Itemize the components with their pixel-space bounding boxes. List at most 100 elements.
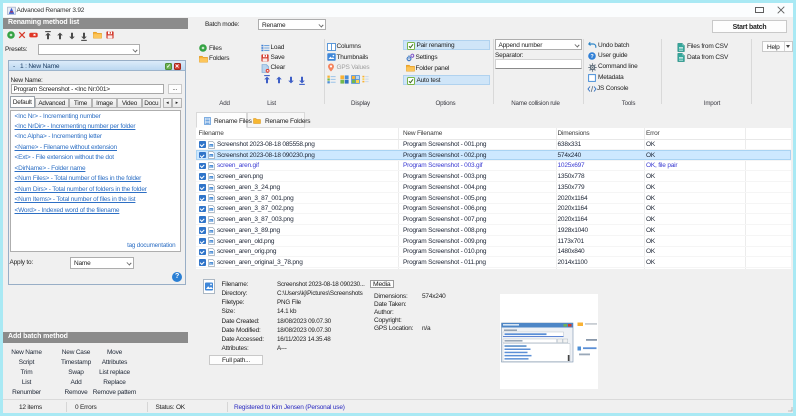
method-tab-default[interactable]: Default <box>10 96 35 108</box>
tag-link[interactable]: <Word> - Indexed word of the filename <box>15 207 120 214</box>
load-list-button[interactable]: Load <box>271 44 285 51</box>
view-details-icon[interactable] <box>362 75 371 84</box>
separator-input[interactable] <box>495 59 582 69</box>
add-method-remove-pattern[interactable]: Remove pattern <box>93 389 136 396</box>
add-method-script[interactable]: Script <box>19 359 34 366</box>
gps-values-button[interactable]: GPS Values <box>337 64 370 71</box>
tag-link[interactable]: <Ext> - File extension without the dot <box>15 154 114 161</box>
add-method-new-name[interactable]: New Name <box>11 349 42 356</box>
add-method-swap[interactable]: Swap <box>68 369 83 376</box>
move-bottom-icon[interactable] <box>80 31 88 41</box>
column-header-new-filename[interactable]: New Filename <box>403 130 442 137</box>
open-preset-icon[interactable] <box>93 31 102 39</box>
clear-list-button[interactable]: Clear <box>271 64 286 71</box>
user-guide-button[interactable]: User guide <box>598 52 627 59</box>
tab-rename-folders[interactable]: Rename Folders <box>247 112 305 128</box>
add-method-new-case[interactable]: New Case <box>62 349 90 356</box>
tag-documentation-link[interactable]: tag documentation <box>127 242 175 249</box>
resize-grip[interactable] <box>787 406 793 412</box>
row-checkbox[interactable] <box>199 195 206 202</box>
method-tab-video[interactable]: Video <box>117 98 142 108</box>
add-folders-button[interactable]: Folders <box>209 55 229 62</box>
media-tab[interactable]: Media <box>370 280 394 289</box>
full-path-button[interactable]: Full path... <box>209 355 263 365</box>
tag-link[interactable]: <DirName> - Folder name <box>15 165 86 172</box>
browse-button[interactable]: ... <box>168 84 183 94</box>
column-header-error[interactable]: Error <box>646 130 659 137</box>
move-top-icon[interactable] <box>44 31 52 41</box>
move-up-icon[interactable] <box>56 31 64 41</box>
add-method-replace[interactable]: Replace <box>103 379 125 386</box>
tabs-scroll-left-button[interactable]: ◂ <box>163 98 173 108</box>
columns-button[interactable]: Columns <box>337 43 361 50</box>
row-checkbox[interactable] <box>199 227 206 234</box>
tab-rename-files[interactable]: Rename Files <box>196 112 247 128</box>
table-row[interactable]: screen_aren_3_89.pngProgram Screenshot -… <box>196 225 791 236</box>
add-method-timestamp[interactable]: Timestamp <box>61 359 91 366</box>
row-checkbox[interactable] <box>199 141 206 148</box>
start-batch-button[interactable]: Start batch <box>712 20 787 34</box>
folder-panel-toggle[interactable]: Folder panel <box>403 63 490 74</box>
row-checkbox[interactable] <box>199 173 206 180</box>
view-tiles-icon[interactable] <box>340 75 349 84</box>
data-from-csv-button[interactable]: Data from CSV <box>687 54 728 61</box>
add-method-remove[interactable]: Remove <box>64 389 87 396</box>
save-preset-icon[interactable] <box>106 31 114 39</box>
tabs-scroll-right-button[interactable]: ▸ <box>172 98 182 108</box>
add-method-attributes[interactable]: Attributes <box>102 359 127 366</box>
method-tab-time[interactable]: Time <box>69 98 92 108</box>
row-checkbox[interactable] <box>199 206 206 213</box>
tag-link[interactable]: <Inc Nr> - Incrementing number <box>15 113 101 120</box>
table-row[interactable]: screen_aren_3_87_002.pngProgram Screensh… <box>196 204 791 215</box>
table-row[interactable]: screen_aren_3_87_001.pngProgram Screensh… <box>196 193 791 204</box>
add-method-renumber[interactable]: Renumber <box>12 389 41 396</box>
move-up-icon[interactable] <box>275 75 283 85</box>
command-line-button[interactable]: Command line <box>598 63 638 70</box>
method-close-button[interactable]: ✕ <box>174 63 181 70</box>
add-method-icon[interactable] <box>7 31 15 39</box>
save-list-button[interactable]: Save <box>271 54 285 61</box>
tag-link[interactable]: <Inc NrDir> - Incrementing number per fo… <box>15 123 136 130</box>
row-checkbox[interactable] <box>199 238 206 245</box>
column-header-dimensions[interactable]: Dimensions <box>558 130 590 137</box>
move-top-icon[interactable] <box>263 75 271 85</box>
collision-rule-combo[interactable]: Append number <box>495 39 582 50</box>
undo-batch-button[interactable]: Undo batch <box>598 42 629 49</box>
method-help-icon[interactable]: ? <box>172 272 182 282</box>
view-list-icon[interactable] <box>327 75 336 84</box>
method-tab-image[interactable]: Image <box>92 98 117 108</box>
settings-button[interactable]: Settings <box>403 52 490 63</box>
thumbnails-button[interactable]: Thumbnails <box>337 54 369 61</box>
js-console-button[interactable]: JS Console <box>597 85 628 92</box>
table-row[interactable]: screen_aren.pngProgram Screenshot - 003.… <box>196 171 791 182</box>
table-row[interactable]: screen_aren_3_24.pngProgram Screenshot -… <box>196 182 791 193</box>
tag-link[interactable]: <Name> - Filename without extension <box>15 144 117 151</box>
files-from-csv-button[interactable]: Files from CSV <box>687 43 728 50</box>
method-tab-docu[interactable]: Docu <box>142 98 161 108</box>
row-checkbox[interactable] <box>199 163 206 170</box>
view-thumbnails-icon[interactable] <box>351 75 360 84</box>
pair-renaming-toggle[interactable]: Pair renaming <box>403 40 490 51</box>
move-bottom-icon[interactable] <box>298 75 306 85</box>
add-method-move[interactable]: Move <box>107 349 122 356</box>
maximize-button[interactable] <box>755 7 764 14</box>
close-button[interactable] <box>777 6 785 14</box>
table-row[interactable]: Screenshot 2023-08-18 085558.pngProgram … <box>196 139 791 150</box>
tag-link[interactable]: <Num Items> - Total number of files in t… <box>15 196 136 203</box>
row-checkbox[interactable] <box>199 249 206 256</box>
table-row[interactable]: Screenshot 2023-08-18 090230.pngProgram … <box>196 150 791 161</box>
move-down-icon[interactable] <box>68 31 76 41</box>
table-row[interactable]: screen_aren_old.pngProgram Screenshot - … <box>196 236 791 247</box>
method-enabled-checkbox[interactable]: ✓ <box>165 63 172 70</box>
help-button[interactable]: Help <box>762 41 793 52</box>
column-header-filename[interactable]: Filename <box>199 130 224 137</box>
table-row[interactable]: screen_aren.gifProgram Screenshot - 003.… <box>196 161 791 172</box>
tag-link[interactable]: <Num Dirs> - Total number of folders in … <box>15 186 147 193</box>
row-checkbox[interactable] <box>199 259 206 266</box>
row-checkbox[interactable] <box>199 184 206 191</box>
clear-methods-icon[interactable] <box>29 31 38 39</box>
presets-combo[interactable] <box>38 44 140 55</box>
auto-test-toggle[interactable]: Auto test <box>403 75 490 86</box>
add-files-button[interactable]: Files <box>209 45 222 52</box>
move-down-icon[interactable] <box>287 75 295 85</box>
